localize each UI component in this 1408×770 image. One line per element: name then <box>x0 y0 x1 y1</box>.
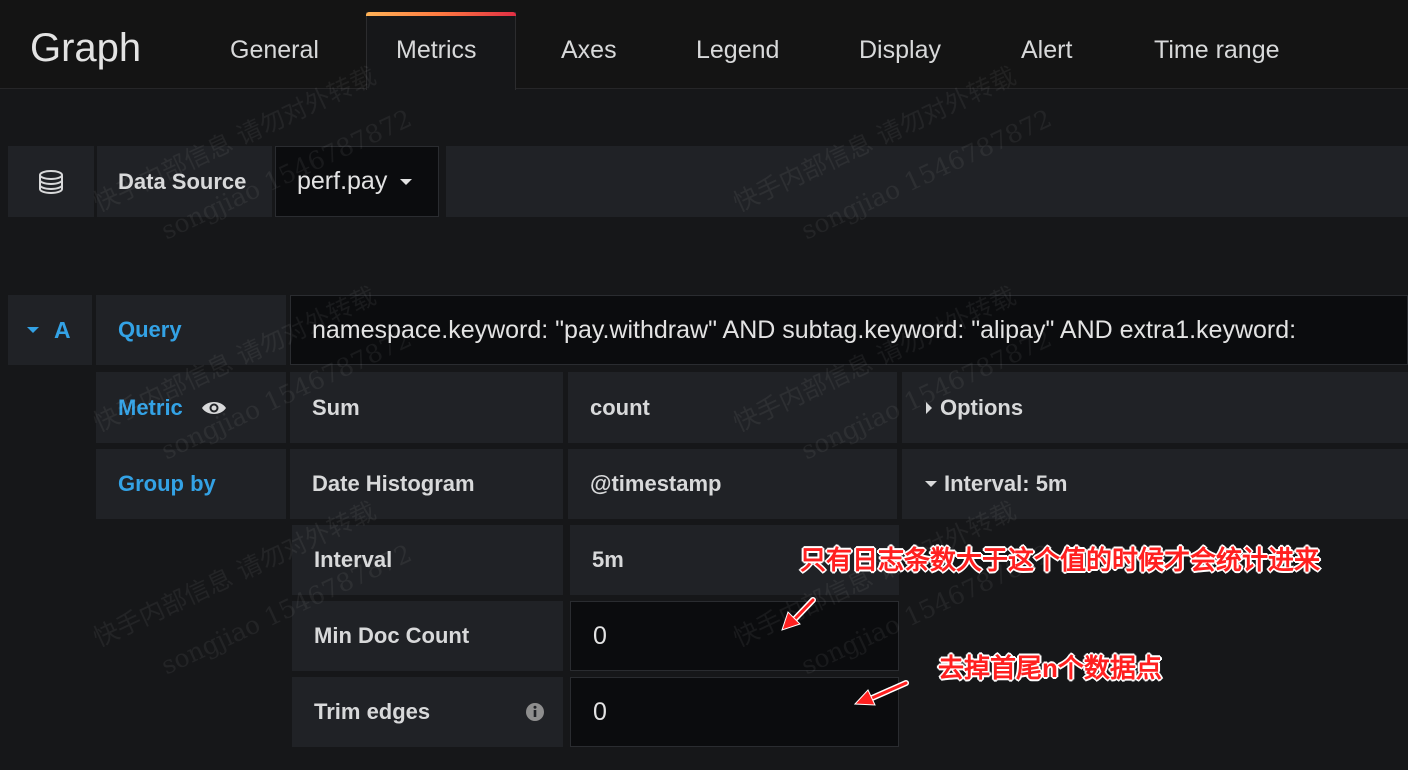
arrow-icon <box>853 680 909 706</box>
annotation-arrows <box>781 597 909 706</box>
arrow-icon <box>781 597 816 631</box>
